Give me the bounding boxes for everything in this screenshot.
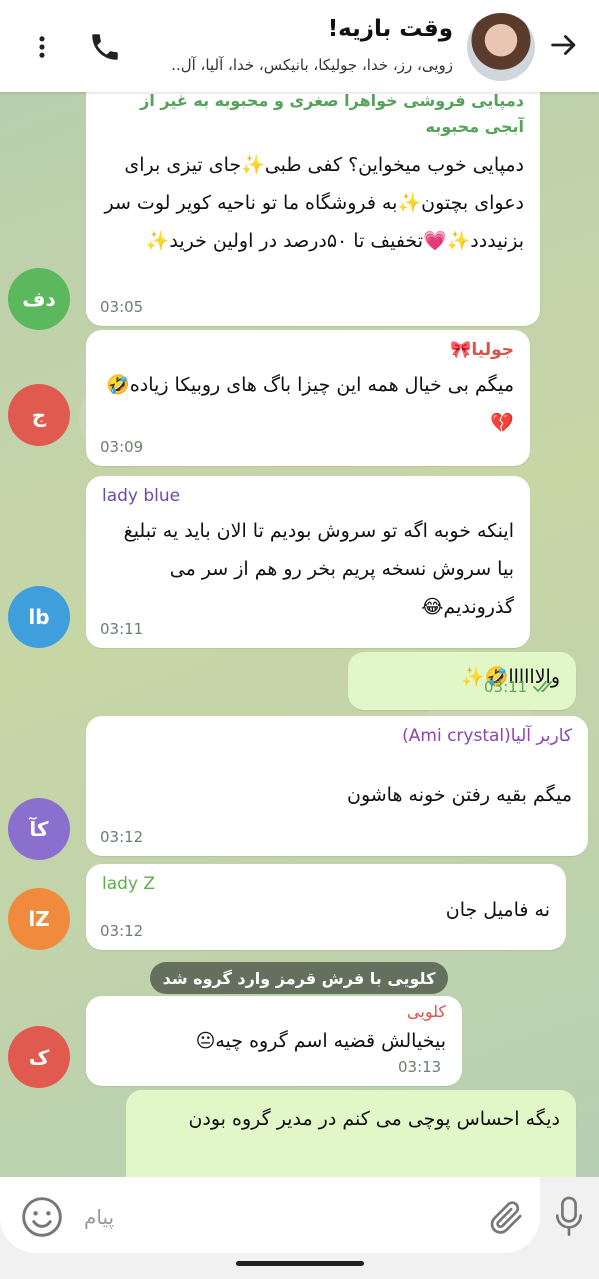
message-time: 03:13 <box>398 1058 442 1076</box>
vertical-dots-icon[interactable] <box>28 30 56 64</box>
message-text: دیگه احساس پوچی می کنم در مدیر گروه بودن <box>188 1108 560 1130</box>
message-time: 03:12 <box>100 828 144 846</box>
arrow-right-icon[interactable] <box>547 28 581 62</box>
message-bubble[interactable]: کلویی بیخیالش قضیه اسم گروه چیه😐 03:13 <box>86 996 462 1086</box>
avatar[interactable]: ج <box>8 384 70 446</box>
group-members[interactable]: زویی، رز، خدا، جولیکا، بانیکس، خدا، آلیا… <box>123 56 453 74</box>
message-text: بیخیالش قضیه اسم گروه چیه😐 <box>195 1030 446 1052</box>
avatar[interactable]: lZ <box>8 888 70 950</box>
message-time: 03:11 <box>100 620 144 638</box>
smiley-icon[interactable] <box>20 1195 64 1239</box>
message-bubble[interactable]: دمپایی فروشی خواهرا صغری و محبوبه به غیر… <box>86 92 540 326</box>
group-title[interactable]: وقت بازیه! <box>328 16 453 42</box>
message-text: والاااااا🤣✨ <box>461 666 560 688</box>
message-sender[interactable]: lady Z <box>102 874 550 894</box>
message-sender[interactable]: جولیا🎀 <box>102 340 514 360</box>
message-bubble[interactable]: lady blue اینکه خوبه اگه تو سروش بودیم ت… <box>86 476 530 648</box>
message-bubble[interactable]: جولیا🎀 میگم بی خیال همه این چیزا باگ های… <box>86 330 530 466</box>
message-input[interactable] <box>84 1197 444 1237</box>
input-container <box>0 1177 540 1253</box>
paperclip-icon[interactable] <box>486 1197 526 1237</box>
message-sender[interactable]: lady blue <box>102 486 514 506</box>
avatar[interactable]: ک <box>8 1026 70 1088</box>
message-time: 03:12 <box>100 922 144 940</box>
message-bubble[interactable]: lady Z نه فامیل جان 03:12 <box>86 864 566 950</box>
double-check-icon <box>533 681 552 693</box>
outgoing-message-bubble[interactable]: دیگه احساس پوچی می کنم در مدیر گروه بودن <box>126 1090 576 1177</box>
chat-header: وقت بازیه! زویی، رز، خدا، جولیکا، بانیکس… <box>0 0 599 92</box>
message-text: دمپایی خوب میخواین؟ کفی طبی✨جای تیزی برا… <box>104 154 524 252</box>
avatar[interactable]: دف <box>8 268 70 330</box>
phone-icon[interactable] <box>88 30 122 64</box>
service-message: کلویی با فرش قرمز وارد گروه شد <box>150 962 448 994</box>
chat-area[interactable]: دمپایی فروشی خواهرا صغری و محبوبه به غیر… <box>0 92 599 1177</box>
message-time: 03:05 <box>100 298 144 316</box>
message-sender[interactable]: کاربر آلیا(Ami crystal) <box>102 726 572 746</box>
message-time: 03:11 <box>484 678 528 696</box>
avatar[interactable]: lb <box>8 586 70 648</box>
avatar[interactable]: کآ <box>8 798 70 860</box>
message-input-bar <box>0 1177 599 1279</box>
message-sender[interactable]: کلویی <box>102 1002 446 1021</box>
message-sender[interactable]: دمپایی فروشی خواهرا صغری و محبوبه به غیر… <box>102 92 524 140</box>
message-time: 03:09 <box>100 438 144 456</box>
message-text: میگم بی خیال همه این چیزا باگ های روبیکا… <box>106 374 514 434</box>
microphone-icon[interactable] <box>551 1195 587 1239</box>
message-text: نه فامیل جان <box>445 899 550 921</box>
group-avatar[interactable] <box>467 13 535 81</box>
message-bubble[interactable]: کاربر آلیا(Ami crystal) میگم بقیه رفتن خ… <box>86 716 588 856</box>
message-text: میگم بقیه رفتن خونه هاشون <box>346 784 572 806</box>
outgoing-message-bubble[interactable]: والاااااا🤣✨ 03:11 <box>348 652 576 710</box>
home-indicator[interactable] <box>236 1261 364 1266</box>
message-text: اینکه خوبه اگه تو سروش بودیم تا الان بای… <box>123 520 514 618</box>
